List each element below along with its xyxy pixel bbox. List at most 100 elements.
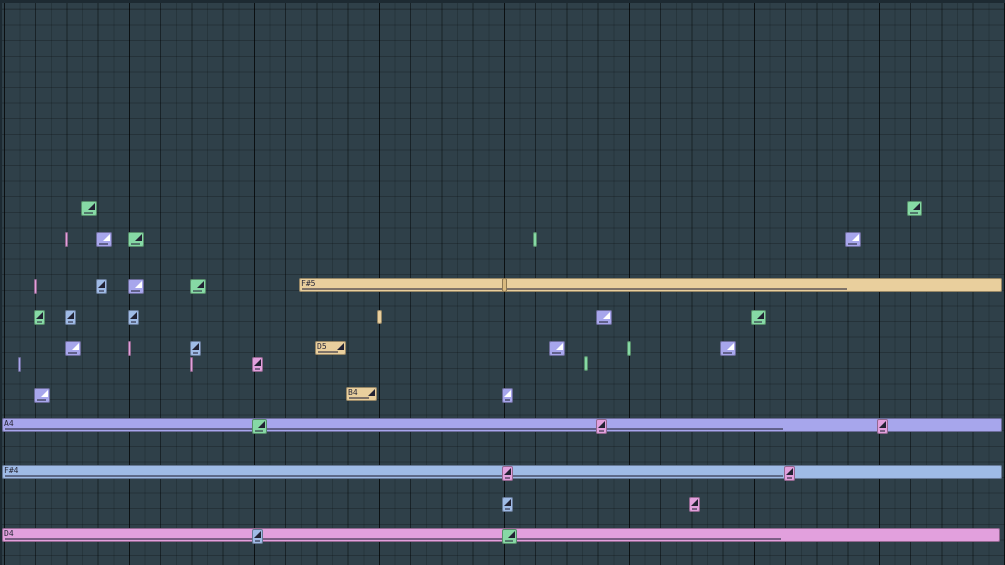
velocity-bar [505, 508, 510, 510]
slide-icon [130, 312, 137, 319]
note[interactable] [689, 497, 700, 512]
slide-icon [337, 343, 344, 350]
velocity-bar [37, 321, 42, 323]
slide-icon [135, 281, 142, 288]
slide-icon [135, 234, 142, 241]
note[interactable] [377, 310, 382, 324]
slide-icon [504, 499, 511, 506]
velocity-bar [349, 397, 369, 399]
note[interactable] [190, 341, 201, 356]
note[interactable] [907, 201, 922, 216]
note[interactable] [252, 529, 263, 544]
note-b4[interactable]: B4 [346, 387, 377, 401]
note-split-marker[interactable] [502, 278, 507, 292]
slide-icon [603, 312, 610, 319]
note-d4-long[interactable]: D4 [2, 528, 1000, 542]
slide-icon [36, 312, 43, 319]
velocity-bar [910, 212, 918, 214]
velocity-bar [754, 321, 762, 323]
velocity-bar [787, 477, 792, 479]
slide-icon [757, 312, 764, 319]
velocity-bar [99, 243, 108, 245]
note[interactable] [96, 279, 107, 294]
note[interactable] [128, 232, 144, 247]
piano-roll-grid[interactable]: F#5 A4 F#4 D4 D5 B4 [0, 0, 1005, 565]
velocity-bar [599, 321, 608, 323]
note[interactable] [627, 341, 631, 356]
velocity-bar [255, 430, 263, 432]
note[interactable] [502, 388, 513, 403]
note[interactable] [751, 310, 766, 325]
note[interactable] [252, 357, 263, 372]
note[interactable] [252, 419, 267, 434]
slide-icon [504, 390, 511, 397]
velocity-bar [68, 321, 73, 323]
velocity-bar [599, 430, 604, 432]
velocity-bar [37, 399, 46, 401]
note[interactable] [34, 279, 37, 294]
velocity-bar [318, 351, 338, 353]
slide-icon [103, 234, 110, 241]
note[interactable] [34, 310, 45, 325]
velocity-bar [848, 243, 857, 245]
velocity-bar [692, 508, 697, 510]
velocity-bar [99, 290, 104, 292]
note[interactable] [784, 466, 795, 481]
note[interactable] [584, 356, 588, 371]
velocity-bar [552, 352, 561, 354]
note[interactable] [502, 529, 517, 544]
velocity-bar [880, 430, 885, 432]
velocity-bar [131, 290, 140, 292]
note[interactable] [81, 201, 97, 216]
slide-icon [504, 468, 511, 475]
slide-icon [556, 343, 563, 350]
slide-icon [258, 421, 265, 428]
note[interactable] [845, 232, 861, 247]
note-d5[interactable]: D5 [315, 341, 346, 355]
note[interactable] [502, 497, 513, 512]
velocity-bar [68, 352, 77, 354]
velocity-bar [131, 243, 140, 245]
slide-icon [879, 421, 886, 428]
note[interactable] [65, 232, 68, 247]
note-a4-long[interactable]: A4 [2, 418, 1002, 432]
velocity-bar [5, 475, 783, 477]
slide-icon [41, 390, 48, 397]
note[interactable] [720, 341, 736, 356]
slide-icon [88, 203, 95, 210]
velocity-bar [255, 540, 260, 542]
slide-icon [368, 389, 375, 396]
slide-icon [786, 468, 793, 475]
slide-icon [852, 234, 859, 241]
note[interactable] [96, 232, 112, 247]
note[interactable] [128, 341, 131, 356]
slide-icon [691, 499, 698, 506]
note[interactable] [596, 419, 607, 434]
note[interactable] [533, 232, 537, 247]
note[interactable] [596, 310, 612, 325]
velocity-bar [505, 540, 513, 542]
velocity-bar [505, 399, 510, 401]
velocity-bar [302, 288, 847, 290]
slide-icon [598, 421, 605, 428]
note[interactable] [65, 310, 76, 325]
note[interactable] [128, 310, 139, 325]
note[interactable] [502, 466, 513, 481]
slide-icon [254, 531, 261, 538]
slide-icon [98, 281, 105, 288]
slide-icon [508, 531, 515, 538]
note[interactable] [549, 341, 565, 356]
note[interactable] [190, 279, 206, 294]
note-fs5-long[interactable]: F#5 [299, 278, 1002, 292]
note[interactable] [34, 388, 50, 403]
note[interactable] [128, 279, 144, 294]
velocity-bar [5, 538, 781, 540]
note[interactable] [65, 341, 81, 356]
velocity-bar [723, 352, 732, 354]
slide-icon [254, 359, 261, 366]
note[interactable] [190, 357, 193, 372]
velocity-bar [505, 477, 510, 479]
note[interactable] [18, 357, 21, 372]
note[interactable] [877, 419, 888, 434]
slide-icon [913, 203, 920, 210]
